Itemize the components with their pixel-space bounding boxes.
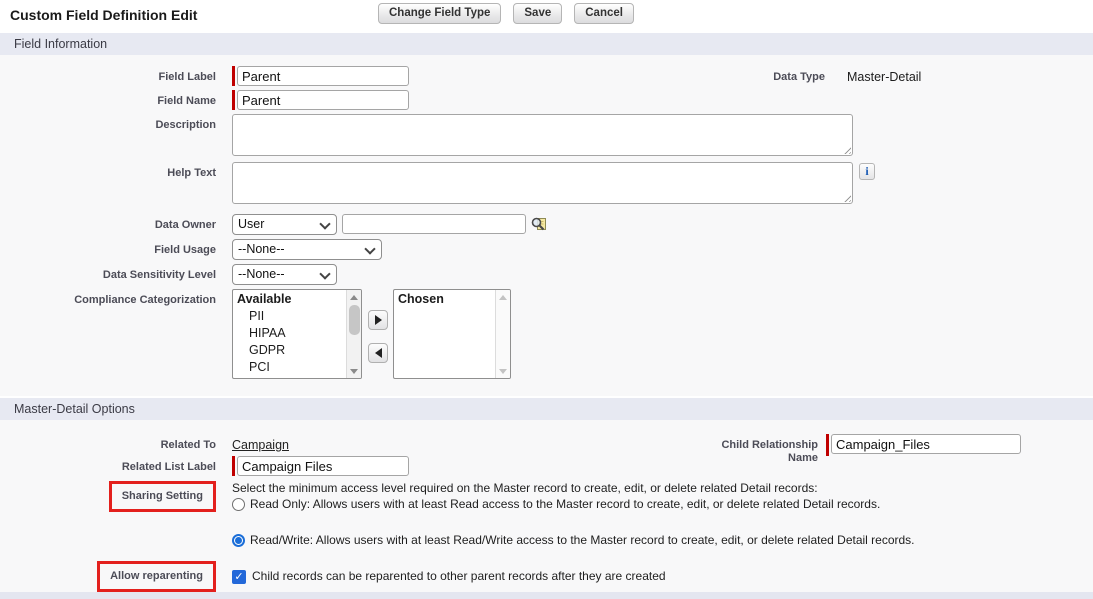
header-button-group: Change Field Type Save Cancel [378, 3, 634, 24]
scroll-down-icon [496, 364, 511, 378]
field-information-section-header: Field Information [0, 33, 1093, 55]
data-sensitivity-row: Data Sensitivity Level --None-- [0, 264, 1093, 285]
data-owner-type-select-wrap: User [232, 214, 337, 235]
available-group-header: Available [233, 291, 346, 308]
field-label-input[interactable] [237, 66, 409, 86]
move-left-button[interactable] [368, 343, 388, 363]
related-to-row: Related To Campaign Child Relationship N… [0, 434, 1093, 452]
save-button[interactable]: Save [513, 3, 562, 24]
cancel-button[interactable]: Cancel [574, 3, 634, 24]
allow-reparenting-row: Allow reparenting ✓ Child records can be… [0, 561, 1093, 592]
read-only-option-label: Read Only: Allows users with at least Re… [250, 497, 880, 512]
required-marker [232, 66, 235, 86]
sharing-setting-annotation-box: Sharing Setting [109, 481, 216, 512]
child-relationship-name-input[interactable] [831, 434, 1021, 454]
lookup-magnifier-icon[interactable] [530, 215, 548, 233]
description-label: Description [0, 114, 224, 132]
related-list-label-label: Related List Label [0, 456, 224, 474]
page-title: Custom Field Definition Edit [10, 7, 197, 23]
compliance-chosen-listbox[interactable]: Chosen [393, 289, 511, 379]
related-list-label-row: Related List Label [0, 456, 1093, 476]
data-owner-row: Data Owner User [0, 214, 1093, 235]
left-arrow-icon [375, 348, 382, 358]
help-text-label: Help Text [0, 162, 224, 180]
help-text-row: Help Text i [0, 162, 1093, 204]
change-field-type-button[interactable]: Change Field Type [378, 3, 501, 24]
field-name-input[interactable] [237, 90, 409, 110]
field-usage-select-wrap: --None-- [232, 239, 382, 260]
data-owner-type-select[interactable]: User [232, 214, 337, 235]
related-to-link[interactable]: Campaign [232, 434, 289, 452]
available-option-hipaa[interactable]: HIPAA [233, 325, 346, 342]
move-right-button[interactable] [368, 310, 388, 330]
field-name-label: Field Name [0, 90, 224, 108]
related-to-label: Related To [0, 434, 224, 452]
data-owner-label: Data Owner [0, 214, 224, 232]
allow-reparenting-checkbox[interactable]: ✓ [232, 570, 246, 584]
right-arrow-icon [375, 315, 382, 325]
description-textarea[interactable] [232, 114, 853, 156]
chosen-group-header: Chosen [394, 291, 495, 308]
available-scrollbar[interactable] [346, 290, 361, 378]
data-type-label: Data Type [707, 66, 833, 84]
listbox-move-buttons [368, 310, 388, 363]
compliance-categorization-row: Compliance Categorization Available PII … [0, 289, 1093, 379]
related-list-label-input[interactable] [237, 456, 409, 476]
chosen-scrollbar [495, 290, 510, 378]
available-option-gdpr[interactable]: GDPR [233, 342, 346, 359]
available-option-pci[interactable]: PCI [233, 359, 346, 376]
description-row: Description [0, 114, 1093, 156]
scroll-up-icon [496, 290, 511, 304]
page-header: Custom Field Definition Edit Change Fiel… [0, 0, 1093, 30]
data-type-value: Master-Detail [847, 66, 921, 84]
data-owner-search-input[interactable] [342, 214, 526, 234]
info-icon[interactable]: i [859, 163, 875, 180]
data-sensitivity-select[interactable]: --None-- [232, 264, 337, 285]
compliance-categorization-label: Compliance Categorization [0, 289, 224, 307]
read-write-option-label: Read/Write: Allows users with at least R… [250, 533, 915, 548]
scroll-down-icon[interactable] [347, 364, 362, 378]
available-option-pii[interactable]: PII [233, 308, 346, 325]
read-write-option: Read/Write: Allows users with at least R… [232, 533, 915, 548]
sharing-setting-description: Select the minimum access level required… [232, 481, 915, 496]
allow-reparenting-checkbox-label: Child records can be reparented to other… [252, 569, 666, 584]
read-only-option: Read Only: Allows users with at least Re… [232, 497, 915, 512]
field-information-section: Field Label Data Type Master-Detail Fiel… [0, 55, 1093, 396]
sharing-setting-label: Sharing Setting [122, 490, 203, 502]
required-marker [232, 90, 235, 110]
data-sensitivity-select-wrap: --None-- [232, 264, 337, 285]
read-only-radio[interactable] [232, 498, 245, 511]
allow-reparenting-annotation-box: Allow reparenting [97, 561, 216, 592]
scrollbar-thumb[interactable] [349, 305, 360, 335]
required-marker [232, 456, 235, 476]
field-label-row: Field Label Data Type Master-Detail [0, 66, 1093, 86]
read-write-radio[interactable] [232, 534, 245, 547]
field-label-label: Field Label [0, 66, 224, 84]
field-name-row: Field Name [0, 90, 1093, 110]
scroll-up-icon[interactable] [347, 290, 362, 304]
help-text-textarea[interactable] [232, 162, 853, 204]
sharing-setting-row: Sharing Setting Select the minimum acces… [0, 481, 1093, 548]
next-section-bar [0, 592, 1093, 599]
allow-reparenting-label: Allow reparenting [110, 570, 203, 582]
data-sensitivity-label: Data Sensitivity Level [0, 264, 224, 282]
field-usage-label: Field Usage [0, 239, 224, 257]
field-usage-row: Field Usage --None-- [0, 239, 1093, 260]
master-detail-options-section-header: Master-Detail Options [0, 398, 1093, 420]
compliance-available-listbox[interactable]: Available PII HIPAA GDPR PCI [232, 289, 362, 379]
field-usage-select[interactable]: --None-- [232, 239, 382, 260]
required-marker [826, 434, 829, 456]
custom-field-definition-edit-page: Custom Field Definition Edit Change Fiel… [0, 0, 1093, 599]
master-detail-options-section: Related To Campaign Child Relationship N… [0, 420, 1093, 592]
